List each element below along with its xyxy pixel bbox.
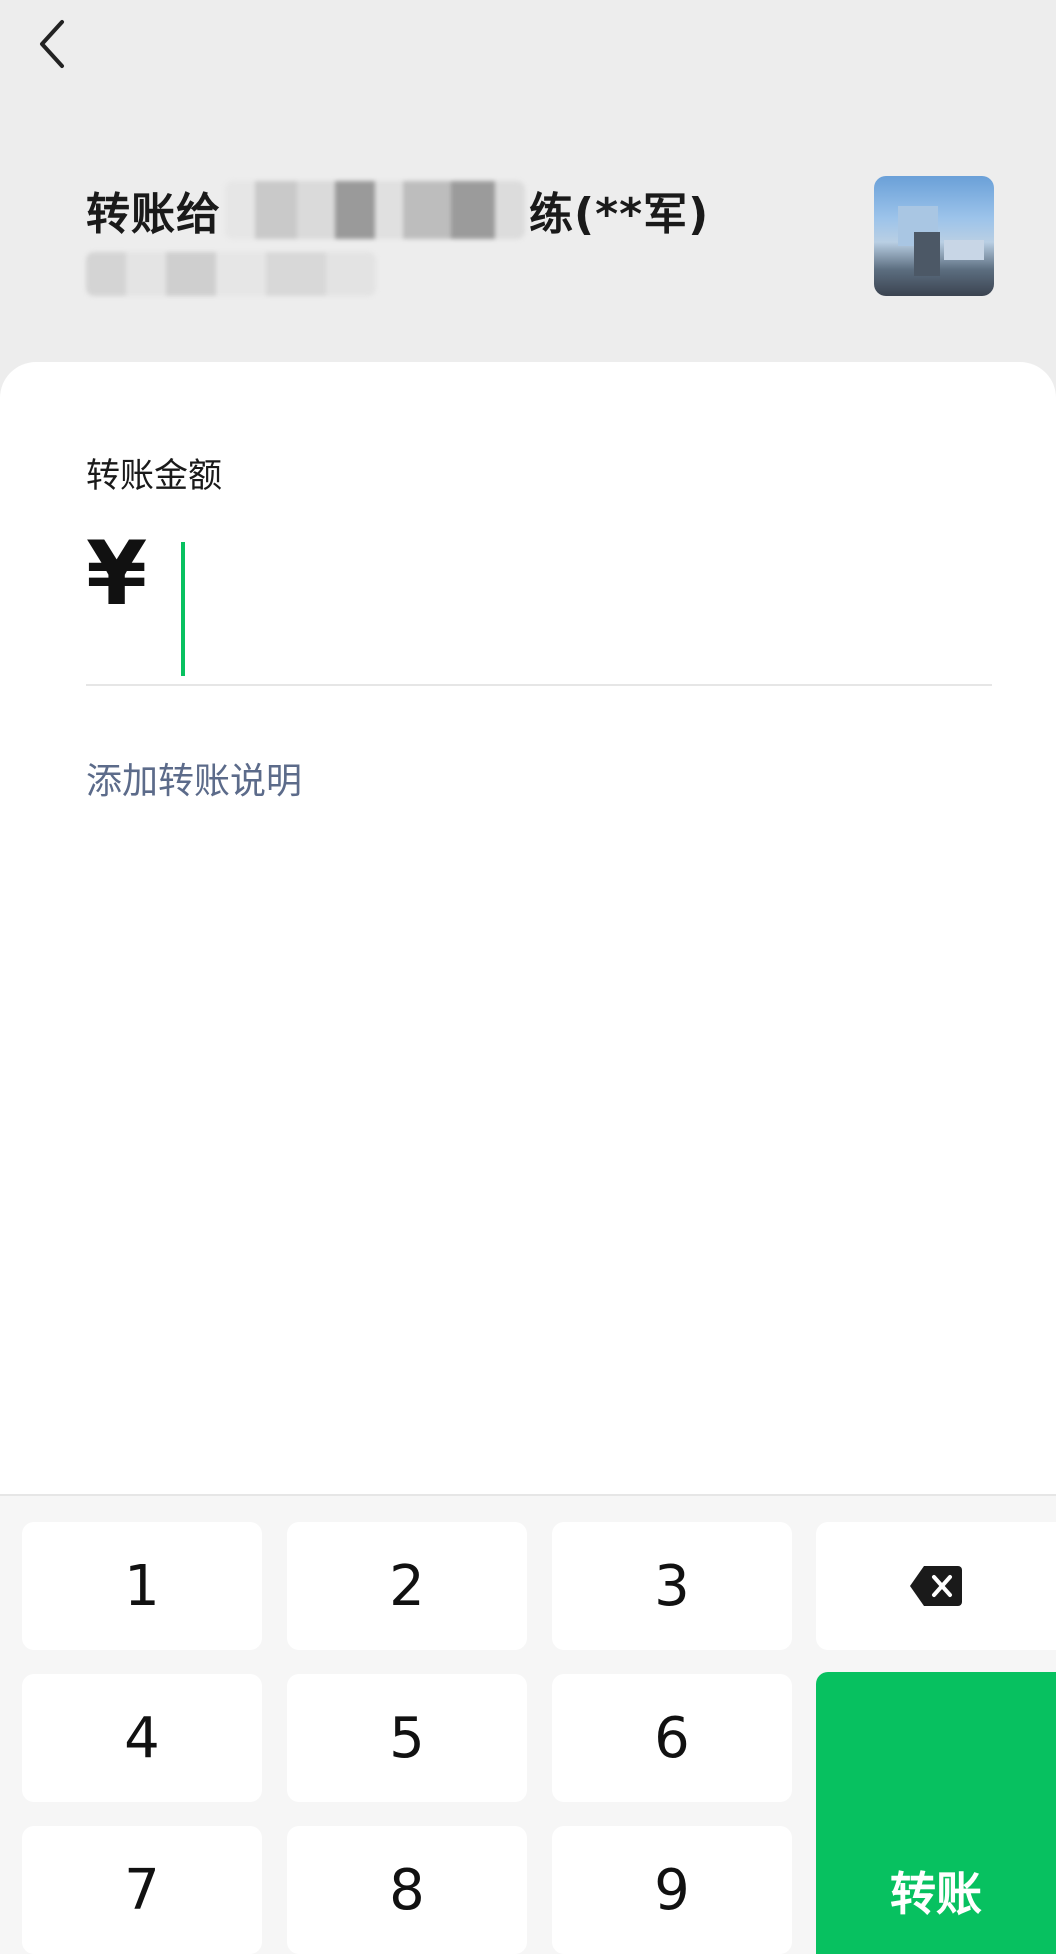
recipient-avatar — [874, 176, 994, 296]
amount-label: 转账金额 — [86, 456, 222, 496]
input-caret — [181, 542, 185, 676]
transfer-card: 转账金额 ¥ 添加转账说明 — [0, 362, 1056, 1494]
title-prefix: 转账给 — [86, 189, 221, 240]
key-5[interactable]: 5 — [287, 1674, 527, 1802]
key-7[interactable]: 7 — [22, 1826, 262, 1954]
key-6[interactable]: 6 — [552, 1674, 792, 1802]
key-2[interactable]: 2 — [287, 1522, 527, 1650]
key-4[interactable]: 4 — [22, 1674, 262, 1802]
amount-divider — [86, 684, 992, 686]
backspace-icon — [910, 1566, 962, 1606]
redacted-recipient-name — [225, 181, 525, 239]
chevron-left-icon — [40, 20, 64, 68]
key-8[interactable]: 8 — [287, 1826, 527, 1954]
transfer-confirm-button[interactable]: 转账 — [816, 1672, 1056, 1954]
amount-input[interactable] — [176, 538, 976, 660]
back-button[interactable] — [22, 10, 86, 74]
add-note-link[interactable]: 添加转账说明 — [86, 752, 302, 804]
title-suffix: 练(**军) — [529, 189, 710, 240]
delete-button[interactable] — [816, 1522, 1056, 1650]
currency-symbol: ¥ — [86, 522, 148, 625]
numeric-keypad: 1 2 3 4 5 6 7 8 9 转账 — [0, 1494, 1056, 1954]
key-3[interactable]: 3 — [552, 1522, 792, 1650]
key-9[interactable]: 9 — [552, 1826, 792, 1954]
redacted-recipient-account — [86, 252, 376, 296]
recipient-title: 转账给 练(**军) — [86, 178, 709, 242]
key-1[interactable]: 1 — [22, 1522, 262, 1650]
